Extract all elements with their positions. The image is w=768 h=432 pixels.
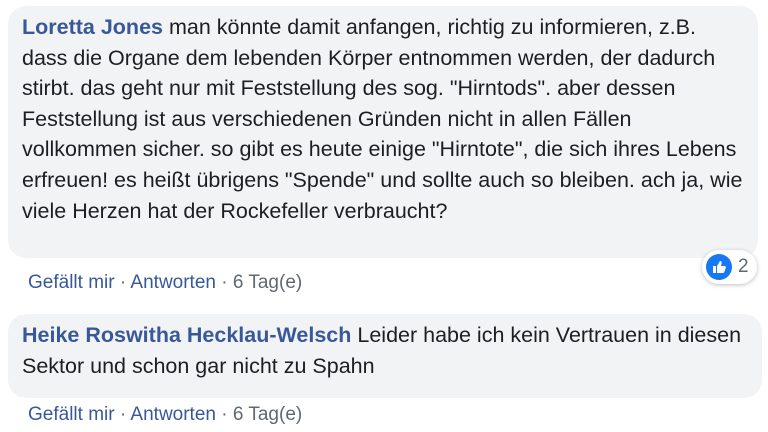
separator: ·	[119, 404, 127, 425]
reaction-badge[interactable]: 2	[702, 250, 757, 284]
comment-text: man könnte damit anfangen, richtig zu in…	[22, 15, 743, 223]
comment-actions: Gefällt mir · Antworten · 6 Tag(e)	[28, 272, 302, 294]
comment-bubble: Loretta Jones man könnte damit anfangen,…	[8, 6, 758, 258]
reply-link[interactable]: Antworten	[130, 272, 216, 293]
comment-1: Loretta Jones man könnte damit anfangen,…	[8, 6, 758, 284]
reaction-count: 2	[738, 256, 749, 277]
timestamp[interactable]: 6 Tag(e)	[233, 404, 302, 425]
comment-actions: Gefällt mir · Antworten · 6 Tag(e)	[28, 404, 302, 426]
like-link[interactable]: Gefällt mir	[28, 404, 115, 425]
comment-bubble: Heike Roswitha Hecklau-Welsch Leider hab…	[8, 314, 762, 398]
comment-author[interactable]: Loretta Jones	[22, 15, 163, 39]
like-link[interactable]: Gefällt mir	[28, 272, 115, 293]
separator: ·	[221, 404, 228, 425]
reply-link[interactable]: Antworten	[130, 404, 216, 425]
separator: ·	[119, 272, 127, 293]
comment-author[interactable]: Heike Roswitha Hecklau-Welsch	[22, 323, 351, 347]
separator: ·	[221, 272, 228, 293]
comment-2: Heike Roswitha Hecklau-Welsch Leider hab…	[8, 314, 762, 398]
thumbs-up-icon	[706, 254, 732, 280]
timestamp[interactable]: 6 Tag(e)	[233, 272, 302, 293]
